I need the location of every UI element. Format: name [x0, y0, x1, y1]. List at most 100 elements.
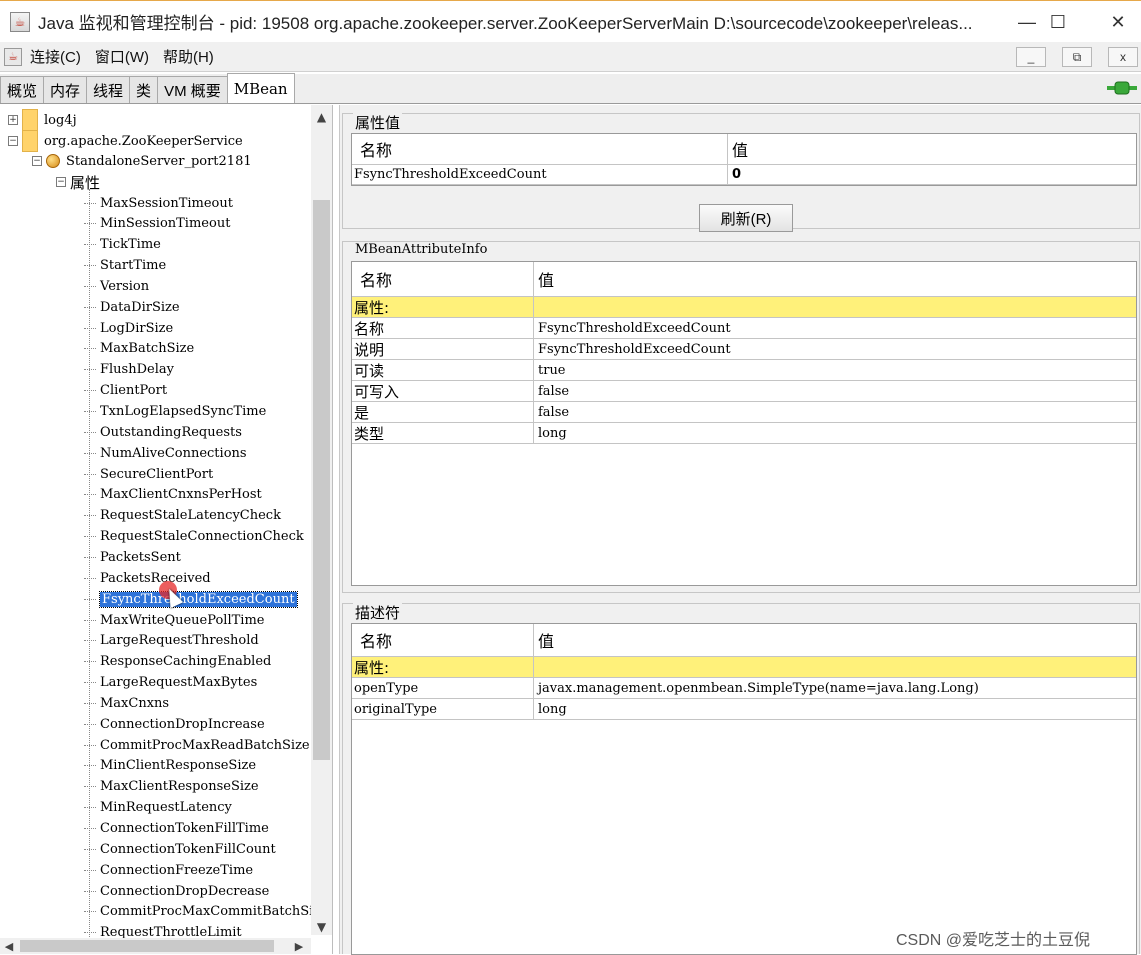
scroll-up-icon[interactable]: ▲ — [311, 107, 332, 127]
tree-connector — [84, 452, 96, 454]
close-button[interactable]: ✕ — [1104, 9, 1132, 35]
tree-node-zookeeper-service[interactable]: − org.apache.ZooKeeperService — [8, 130, 243, 152]
tree-attribute-item[interactable]: MaxClientCnxnsPerHost — [84, 485, 262, 505]
tree-attribute-item[interactable]: MaxBatchSize — [84, 339, 194, 359]
tree-attribute-item[interactable]: MinSessionTimeout — [84, 214, 230, 234]
tree-attribute-item[interactable]: ClientPort — [84, 381, 167, 401]
tree-node-standalone-server[interactable]: − StandaloneServer_port2181 — [32, 151, 252, 171]
tree-attribute-item[interactable]: MaxWriteQueuePollTime — [84, 610, 264, 630]
tab-memory[interactable]: 内存 — [43, 76, 88, 103]
table-row[interactable]: openType javax.management.openmbean.Simpl… — [352, 678, 1136, 699]
table-row[interactable]: FsyncThresholdExceedCount 0 — [352, 165, 1136, 185]
tab-classes[interactable]: 类 — [129, 76, 159, 103]
tree-connector — [84, 619, 96, 621]
tree-attribute-item[interactable]: RequestStaleLatencyCheck — [84, 506, 281, 526]
minimize-button[interactable]: — — [1013, 9, 1041, 35]
tree-attribute-item[interactable]: PacketsReceived — [84, 568, 211, 588]
tree-connector — [84, 431, 96, 433]
maximize-button[interactable]: ☐ — [1044, 9, 1072, 35]
tree-horizontal-scrollbar[interactable]: ◀ ▶ — [0, 938, 311, 954]
tree-node-log4j[interactable]: + log4j — [8, 109, 77, 131]
tree-attribute-label: NumAliveConnections — [100, 445, 247, 461]
tree-attribute-item[interactable]: Version — [84, 276, 149, 296]
tree-attribute-label: ConnectionDropIncrease — [100, 716, 265, 732]
tree-attribute-label: LargeRequestMaxBytes — [100, 675, 258, 691]
scrollbar-thumb[interactable] — [20, 940, 274, 952]
scroll-down-icon[interactable]: ▼ — [311, 917, 332, 937]
tree-attribute-item[interactable]: MaxSessionTimeout — [84, 193, 233, 213]
menu-connection[interactable]: 连接(C) — [30, 46, 81, 67]
table-row[interactable]: 类型 long — [352, 423, 1136, 444]
tree-attribute-item[interactable]: MaxClientResponseSize — [84, 777, 259, 797]
tree-attribute-item[interactable]: CommitProcMaxReadBatchSize — [84, 735, 310, 755]
menu-help[interactable]: 帮助(H) — [163, 46, 214, 67]
table-row[interactable]: 是 false — [352, 402, 1136, 423]
tree-attribute-item[interactable]: CommitProcMaxCommitBatchSiz — [84, 902, 320, 922]
mdi-minimize-button[interactable]: _ — [1016, 47, 1046, 67]
attribute-values-section: 属性值 名称 值 FsyncThresholdExceedCount 0 刷新(… — [342, 112, 1140, 232]
tree-attribute-item[interactable]: PacketsSent — [84, 547, 181, 567]
tab-mbean[interactable]: MBean — [226, 73, 295, 103]
tree-attribute-item[interactable]: FsyncThresholdExceedCount — [84, 589, 298, 609]
tree-attribute-item[interactable]: RequestStaleConnectionCheck — [84, 527, 304, 547]
tab-overview[interactable]: 概览 — [0, 76, 45, 103]
tree-attribute-item[interactable]: ConnectionDropIncrease — [84, 714, 265, 734]
tree-attribute-item[interactable]: MinRequestLatency — [84, 798, 232, 818]
expand-icon[interactable]: + — [8, 115, 18, 125]
tree-attribute-item[interactable]: LargeRequestThreshold — [84, 631, 259, 651]
tree-connector — [84, 369, 96, 371]
tree-attribute-label: RequestStaleConnectionCheck — [100, 529, 304, 545]
tree-connector — [84, 348, 96, 350]
tree-attribute-item[interactable]: TxnLogElapsedSyncTime — [84, 402, 266, 422]
tree-node-attributes[interactable]: − 属性 — [56, 172, 100, 192]
java-menu-icon[interactable]: ☕ — [4, 47, 22, 66]
tree-attribute-item[interactable]: DataDirSize — [84, 297, 180, 317]
table-row[interactable]: 可读 true — [352, 360, 1136, 381]
tree-attribute-item[interactable]: ConnectionTokenFillTime — [84, 819, 269, 839]
tree-attribute-item[interactable]: ConnectionDropDecrease — [84, 881, 269, 901]
tab-vm-summary[interactable]: VM 概要 — [157, 76, 228, 103]
tree-attribute-item[interactable]: ResponseCachingEnabled — [84, 652, 271, 672]
scroll-left-icon[interactable]: ◀ — [0, 938, 18, 954]
menu-window[interactable]: 窗口(W) — [95, 46, 149, 67]
tab-threads[interactable]: 线程 — [86, 76, 131, 103]
attribute-value-cell[interactable]: 0 — [728, 165, 741, 184]
tree-attribute-item[interactable]: ConnectionFreezeTime — [84, 860, 253, 880]
row-value-cell — [534, 657, 538, 677]
mdi-close-button[interactable]: x — [1108, 47, 1138, 67]
scrollbar-thumb[interactable] — [313, 200, 330, 760]
tree-vertical-scrollbar[interactable]: ▲ ▼ — [311, 105, 332, 935]
tree-guide-line — [89, 189, 90, 949]
row-name-cell: 可读 — [352, 360, 534, 380]
tree-connector — [84, 744, 96, 746]
mdi-restore-button[interactable]: ⧉ — [1062, 47, 1092, 67]
table-row[interactable]: 属性: — [352, 297, 1136, 318]
tree-node-label: StandaloneServer_port2181 — [66, 153, 252, 169]
row-value-cell: long — [538, 425, 567, 441]
tree-attribute-item[interactable]: LogDirSize — [84, 318, 173, 338]
refresh-button[interactable]: 刷新(R) — [699, 204, 793, 232]
table-row[interactable]: 名称 FsyncThresholdExceedCount — [352, 318, 1136, 339]
collapse-icon[interactable]: − — [32, 156, 42, 166]
tree-attribute-item[interactable]: StartTime — [84, 256, 166, 276]
tree-attribute-item[interactable]: ConnectionTokenFillCount — [84, 839, 276, 859]
tree-attribute-item[interactable]: SecureClientPort — [84, 464, 213, 484]
row-value-cell: javax.management.openmbean.SimpleType(na… — [538, 680, 979, 696]
collapse-icon[interactable]: − — [56, 177, 66, 187]
tree-attribute-item[interactable]: OutstandingRequests — [84, 422, 242, 442]
folder-icon — [22, 109, 38, 131]
collapse-icon[interactable]: − — [8, 136, 18, 146]
table-row[interactable]: 说明 FsyncThresholdExceedCount — [352, 339, 1136, 360]
table-row[interactable]: 属性: — [352, 657, 1136, 678]
tree-attribute-item[interactable]: FlushDelay — [84, 360, 174, 380]
tree-connector — [84, 494, 96, 496]
tree-attribute-item[interactable]: MinClientResponseSize — [84, 756, 256, 776]
table-row[interactable]: originalType long — [352, 699, 1136, 720]
table-row[interactable]: 可写入 false — [352, 381, 1136, 402]
tree-attribute-item[interactable]: NumAliveConnections — [84, 443, 247, 463]
tree-attribute-item[interactable]: MaxCnxns — [84, 693, 169, 713]
tree-attribute-item[interactable]: LargeRequestMaxBytes — [84, 673, 257, 693]
tree-attribute-item[interactable]: TickTime — [84, 235, 161, 255]
tree-connector — [84, 661, 96, 663]
scroll-right-icon[interactable]: ▶ — [290, 938, 308, 954]
